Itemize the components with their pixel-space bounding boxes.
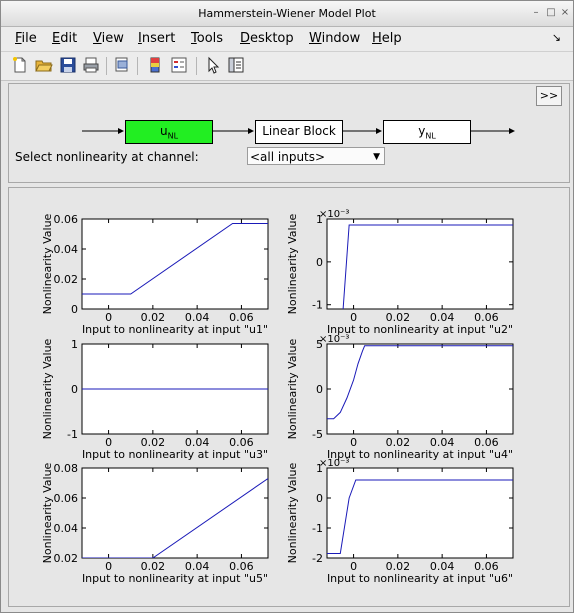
plot-area xyxy=(326,218,514,310)
y-tick-label: 0 xyxy=(316,383,323,396)
x-axis-label: Input to nonlinearity at input "u1" xyxy=(82,323,268,336)
y-exponent-label: ×10⁻³ xyxy=(319,334,349,345)
x-axis-label: Input to nonlinearity at input "u3" xyxy=(82,448,268,461)
y-tick-label: 0 xyxy=(71,383,78,396)
y-exponent-label: ×10⁻³ xyxy=(319,458,349,469)
y-axis-label: Nonlinearity Value xyxy=(41,338,54,439)
figure-window: Hammerstein-Wiener Model Plot – □ × ↘ Fi… xyxy=(0,0,574,613)
y-tick-label: 0.02 xyxy=(54,273,79,286)
y-axis-label: Nonlinearity Value xyxy=(41,213,54,314)
y-tick-label: 0 xyxy=(71,303,78,316)
x-axis-label: Input to nonlinearity at input "u6" xyxy=(327,572,513,585)
y-tick-label: -2 xyxy=(312,552,323,565)
x-axis-label: Input to nonlinearity at input "u2" xyxy=(327,323,513,336)
axes-2: 0 0.02 0.04 0.06-101×10⁻³Input to nonlinear… xyxy=(286,209,514,336)
y-axis-label: Nonlinearity Value xyxy=(41,462,54,563)
y-exponent-label: ×10⁻³ xyxy=(319,209,349,220)
y-tick-label: 0.06 xyxy=(54,213,79,226)
plot-area xyxy=(81,218,269,310)
y-axis-label: Nonlinearity Value xyxy=(286,338,299,439)
y-axis-label: Nonlinearity Value xyxy=(286,462,299,563)
y-tick-label: 0.06 xyxy=(54,492,79,505)
y-tick-label: 0.02 xyxy=(54,552,79,565)
y-tick-label: 0 xyxy=(316,492,323,505)
axes-6: 0 0.02 0.04 0.06-2-101×10⁻³Input to nonline… xyxy=(286,458,514,585)
plot-area xyxy=(326,343,514,435)
axes-4: 0 0.02 0.04 0.06-505×10⁻³Input to nonlinear… xyxy=(286,334,514,461)
y-tick-label: -1 xyxy=(67,428,78,441)
y-tick-label: 0.04 xyxy=(54,522,79,535)
y-tick-label: -1 xyxy=(312,522,323,535)
axes-3: 0 0.02 0.04 0.06-101Input to nonlinearity a… xyxy=(41,338,269,461)
y-tick-label: 1 xyxy=(71,338,78,351)
plot-area xyxy=(81,467,269,559)
y-axis-label: Nonlinearity Value xyxy=(286,213,299,314)
y-tick-label: 0 xyxy=(316,256,323,269)
y-tick-label: -1 xyxy=(312,299,323,312)
nonlinearity-plots: 0 0.02 0.04 0.06 0 0.02 0.04 0.06 Input to nonli… xyxy=(41,209,514,585)
x-axis-label: Input to nonlinearity at input "u4" xyxy=(327,448,513,461)
y-tick-label: 0.04 xyxy=(54,243,79,256)
y-tick-label: -5 xyxy=(312,428,323,441)
axes-1: 0 0.02 0.04 0.0600.020.040.06Input to nonli… xyxy=(41,213,269,336)
x-axis-label: Input to nonlinearity at input "u5" xyxy=(82,572,268,585)
axes-5: 0 0.02 0.04 0.060.020.040.060.08Input to no… xyxy=(41,462,269,585)
y-tick-label: 0.08 xyxy=(54,462,79,475)
